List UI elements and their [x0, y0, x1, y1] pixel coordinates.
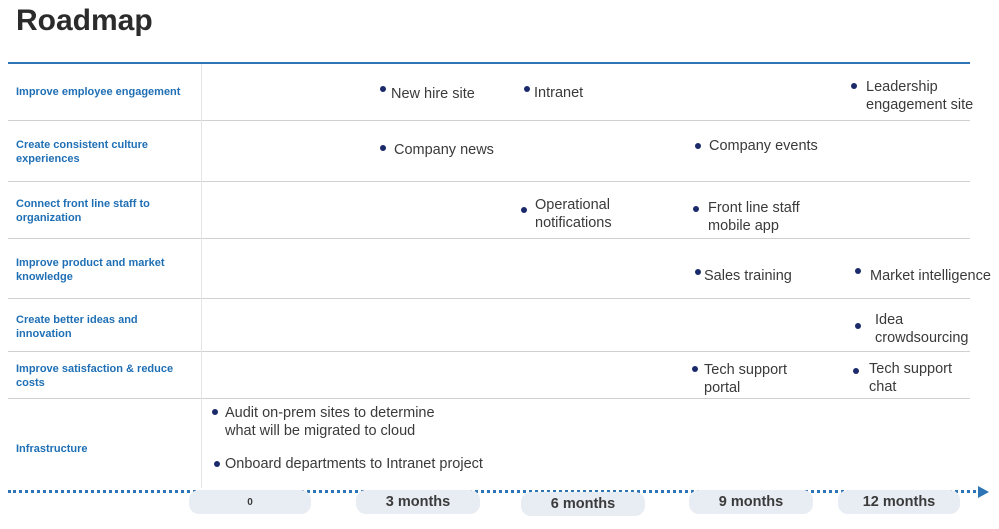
bullet-icon — [692, 366, 698, 372]
timeline-marker-9-months: 9 months — [689, 490, 813, 514]
row-divider — [8, 238, 970, 239]
row-divider — [8, 120, 970, 121]
row-label-ideas-innovation: Create better ideas and innovation — [16, 314, 138, 340]
item-leadership-engagement-site: Leadership engagement site — [866, 79, 974, 113]
item-intranet: Intranet — [534, 85, 584, 101]
bullet-icon — [855, 268, 861, 274]
timeline-marker-12-months: 12 months — [838, 490, 960, 514]
header-rule — [8, 62, 970, 64]
bullet-icon — [695, 269, 701, 275]
row-divider — [8, 351, 970, 352]
bullet-icon — [212, 409, 218, 415]
bullet-icon — [524, 86, 530, 92]
item-idea-crowdsourcing: Idea crowdsourcing — [875, 312, 969, 346]
bullet-icon — [380, 86, 386, 92]
column-divider — [201, 64, 202, 488]
bullet-icon — [380, 145, 386, 151]
timeline-marker-6-months: 6 months — [521, 492, 645, 516]
item-tech-support-chat: Tech support chat — [869, 361, 953, 395]
timeline-arrow-icon — [978, 486, 989, 498]
bullet-icon — [521, 207, 527, 213]
bullet-icon — [851, 83, 857, 89]
row-label-infrastructure: Infrastructure — [16, 443, 88, 455]
item-audit-on-prem-sites: Audit on-prem sites to determine what wi… — [225, 405, 435, 439]
row-label-employee-engagement: Improve employee engagement — [16, 86, 181, 98]
item-new-hire-site: New hire site — [391, 86, 475, 102]
row-label-front-line-staff: Connect front line staff to organization — [16, 198, 150, 224]
page-title: Roadmap — [16, 4, 153, 37]
row-label-culture-experiences: Create consistent culture experiences — [16, 139, 149, 165]
timeline-line — [8, 490, 976, 493]
item-sales-training: Sales training — [704, 268, 792, 284]
item-company-events: Company events — [709, 138, 818, 154]
row-divider — [8, 398, 970, 399]
item-front-line-staff-mobile-app: Front line staff mobile app — [708, 200, 800, 234]
item-onboard-departments: Onboard departments to Intranet project — [225, 456, 483, 472]
item-company-news: Company news — [394, 142, 494, 158]
item-market-intelligence: Market intelligence — [870, 268, 991, 284]
row-divider — [8, 298, 970, 299]
item-operational-notifications: Operational notifications — [535, 197, 612, 231]
timeline-marker-3-months: 3 months — [356, 490, 480, 514]
row-label-product-market-knowledge: Improve product and market knowledge — [16, 257, 165, 283]
row-label-satisfaction-costs: Improve satisfaction & reduce costs — [16, 363, 174, 389]
row-divider — [8, 181, 970, 182]
timeline-marker-0: 0 — [189, 490, 311, 514]
bullet-icon — [695, 143, 701, 149]
bullet-icon — [855, 323, 861, 329]
item-tech-support-portal: Tech support portal — [704, 362, 788, 396]
bullet-icon — [853, 368, 859, 374]
bullet-icon — [693, 206, 699, 212]
bullet-icon — [214, 461, 220, 467]
